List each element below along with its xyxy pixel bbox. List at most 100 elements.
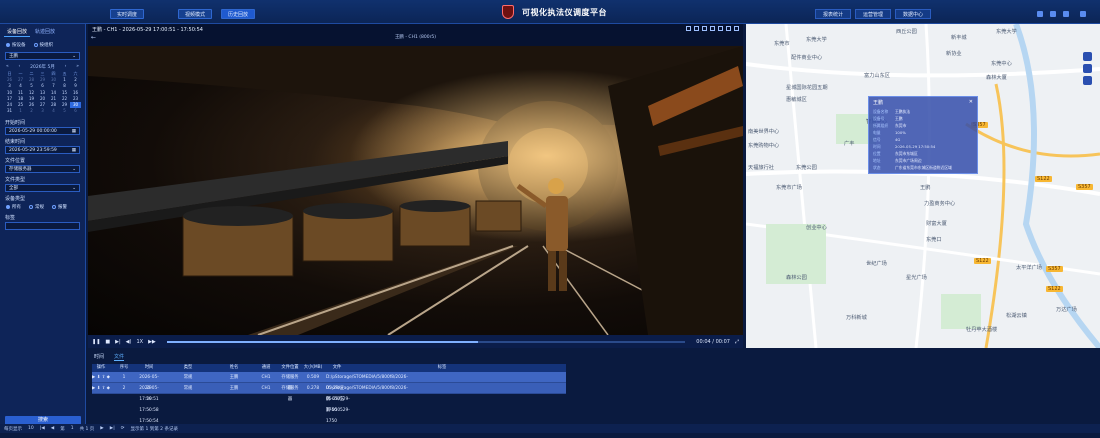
pause-icon[interactable]: ❚❚ bbox=[92, 339, 100, 345]
back-arrow-icon[interactable]: ← bbox=[91, 34, 96, 41]
play-icon[interactable]: ▶ bbox=[92, 386, 95, 391]
volume-icon[interactable]: ◀) bbox=[126, 339, 132, 345]
radio-normal[interactable]: 常规 bbox=[29, 204, 44, 210]
popup-row-value: 东莞市东城区 bbox=[895, 151, 918, 157]
radio-alarm[interactable]: 报警 bbox=[52, 204, 67, 210]
download-icon[interactable]: ⬇ bbox=[97, 386, 101, 391]
tag-input[interactable] bbox=[5, 222, 80, 230]
layout-1-icon[interactable] bbox=[686, 26, 691, 31]
zoom-in-icon[interactable] bbox=[1083, 52, 1092, 61]
layout-16-icon[interactable] bbox=[726, 26, 731, 31]
popup-row-value: 王鹏执法 bbox=[895, 109, 910, 115]
nav-video-mode-button[interactable]: 视频模式 bbox=[178, 9, 212, 19]
end-time-field[interactable]: 2026-05-29 23:59:59 ▦ bbox=[5, 146, 80, 154]
table-header-cell: 通道 bbox=[252, 364, 280, 372]
nav-ops-button[interactable]: 运营管理 bbox=[855, 9, 891, 19]
table-row[interactable]: ▶ ⬇ ⇪ ◆12026-05-29 17:50:51 - 17:50:54常规… bbox=[92, 372, 566, 383]
last-page-icon[interactable]: ▶| bbox=[110, 426, 115, 431]
cloud-icon[interactable] bbox=[1063, 11, 1069, 17]
layout-8-icon[interactable] bbox=[710, 26, 715, 31]
calendar-day[interactable]: 4 bbox=[48, 108, 59, 114]
download-icon[interactable] bbox=[1037, 11, 1043, 17]
calendar-title: 2026年 5月 bbox=[30, 64, 55, 70]
tab-time[interactable]: 时间 bbox=[94, 353, 104, 361]
calendar-prev-year-icon[interactable]: « bbox=[6, 64, 9, 70]
map-place-label: 天福旅行社 bbox=[748, 164, 774, 171]
next-page-icon[interactable]: ▶ bbox=[100, 426, 103, 431]
map-place-label: 富力山东区 bbox=[864, 72, 890, 79]
map-place-label: 创业中心 bbox=[806, 224, 827, 231]
map-place-label: 财富大厦 bbox=[926, 220, 947, 227]
stop-icon[interactable]: ■ bbox=[105, 339, 110, 345]
map-place-label: 牡丹苹大酒楼 bbox=[966, 326, 997, 333]
prev-page-icon[interactable]: ◀ bbox=[51, 426, 54, 431]
fullscreen-icon[interactable] bbox=[734, 26, 739, 31]
popup-row-key: 位置 bbox=[873, 151, 891, 157]
table-row[interactable]: ▶ ⬇ ⇪ ◆22026-05-29 17:50:58 - 17:51:06常规… bbox=[92, 383, 566, 394]
bottom-tabs: 时间 文件 bbox=[88, 350, 1100, 364]
refresh-icon[interactable]: ⟳ bbox=[121, 426, 125, 431]
per-page-select[interactable]: 10 bbox=[28, 426, 34, 431]
next-frame-icon[interactable]: ▶| bbox=[115, 339, 121, 345]
calendar-day[interactable]: 1 bbox=[15, 108, 26, 114]
app-logo-icon bbox=[502, 5, 514, 19]
play-icon[interactable]: ▶ bbox=[92, 375, 95, 380]
table-header-cell: 类型 bbox=[160, 364, 216, 372]
start-time-value: 2026-05-29 00:00:00 bbox=[9, 128, 57, 134]
tab-device-playback[interactable]: 设备回放 bbox=[4, 27, 30, 37]
user-icon[interactable] bbox=[1050, 11, 1056, 17]
logout-icon[interactable] bbox=[1080, 11, 1086, 17]
radio-all[interactable]: 所有 bbox=[6, 204, 21, 210]
map-place-label: 新协业 bbox=[946, 50, 962, 57]
export-icon[interactable]: ⇪ bbox=[102, 375, 106, 380]
calendar-day[interactable]: 31 bbox=[4, 108, 15, 114]
map-panel[interactable]: 东莞市西丘公园新丰城东莞大学新协业东莞大学东莞中心配件商业中心富力山东区森林大厦… bbox=[746, 24, 1100, 348]
radio-label: 所有 bbox=[12, 204, 21, 210]
calendar-prev-month-icon[interactable]: ‹ bbox=[19, 64, 21, 70]
zoom-out-icon[interactable] bbox=[1083, 64, 1092, 73]
popup-title: 王鹏 bbox=[873, 99, 883, 106]
tab-track-playback[interactable]: 轨迹回放 bbox=[32, 27, 58, 37]
calendar-day[interactable]: 5 bbox=[59, 108, 70, 114]
radio-by-device[interactable]: 按设备 bbox=[6, 42, 26, 48]
video-frame[interactable] bbox=[88, 46, 743, 335]
calendar-day[interactable]: 2 bbox=[26, 108, 37, 114]
map-place-label: 东莞购物中心 bbox=[748, 142, 779, 149]
calendar-next-month-icon[interactable]: › bbox=[65, 64, 67, 70]
layout-9-icon[interactable] bbox=[718, 26, 723, 31]
page-input[interactable]: 1 bbox=[71, 426, 74, 431]
map-place-label: 东莞公园 bbox=[796, 164, 817, 171]
table-header: 操作序号时间类型姓名通道文件位置大小(MB)文件标签 bbox=[92, 364, 566, 372]
map-place-label: 东莞中心 bbox=[991, 60, 1012, 67]
nav-datacenter-button[interactable]: 数据中心 bbox=[895, 9, 931, 19]
radio-by-org[interactable]: 按组织 bbox=[34, 42, 54, 48]
calendar-day[interactable]: 6 bbox=[70, 108, 81, 114]
export-icon[interactable]: ⇪ bbox=[102, 386, 106, 391]
per-page-label: 每页显示 bbox=[4, 426, 22, 432]
tab-file[interactable]: 文件 bbox=[114, 353, 124, 361]
popup-row-key: 电量 bbox=[873, 130, 891, 136]
progress-bar[interactable] bbox=[167, 341, 686, 343]
nav-playback-button[interactable]: 历史回放 bbox=[221, 9, 255, 19]
table-header-cell bbox=[348, 364, 418, 372]
map-road-shield: S122 bbox=[1046, 286, 1063, 292]
speed-label[interactable]: 1X bbox=[136, 339, 143, 345]
close-icon[interactable]: ✕ bbox=[969, 99, 973, 106]
video-panel: 王鹏 - CH1 - 2026-05-29 17:00:51 - 17:50:5… bbox=[88, 24, 743, 348]
layout-4-icon[interactable] bbox=[694, 26, 699, 31]
device-select[interactable]: 王鹏 ⌄ bbox=[5, 52, 80, 60]
fullscreen-icon[interactable]: ⤢ bbox=[735, 339, 739, 345]
file-type-select[interactable]: 全部 ⌄ bbox=[5, 184, 80, 192]
radio-label: 常规 bbox=[35, 204, 44, 210]
fast-forward-icon[interactable]: ▶▶ bbox=[148, 339, 156, 345]
first-page-icon[interactable]: |◀ bbox=[40, 426, 45, 431]
start-time-field[interactable]: 2026-05-29 00:00:00 ▦ bbox=[5, 127, 80, 135]
download-icon[interactable]: ⬇ bbox=[97, 375, 101, 380]
calendar-day[interactable]: 3 bbox=[37, 108, 48, 114]
locate-icon[interactable] bbox=[1083, 76, 1092, 85]
nav-realtime-button[interactable]: 实时调度 bbox=[110, 9, 144, 19]
calendar-next-year-icon[interactable]: » bbox=[76, 64, 79, 70]
file-location-select[interactable]: 存储服务器 ⌄ bbox=[5, 165, 80, 173]
layout-6-icon[interactable] bbox=[702, 26, 707, 31]
nav-report-button[interactable]: 报表统计 bbox=[815, 9, 851, 19]
